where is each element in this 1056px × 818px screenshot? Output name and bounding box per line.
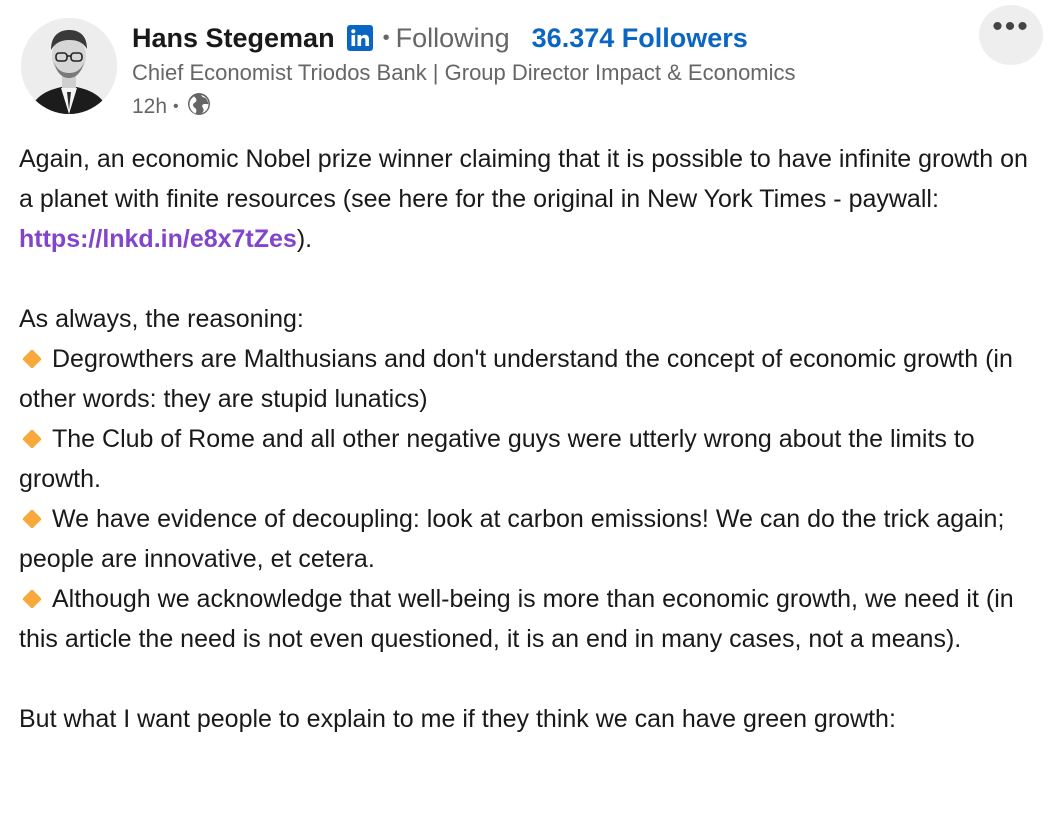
post-intro: Again, an economic Nobel prize winner cl… [19,139,1044,259]
linkedin-icon [346,25,373,51]
orange-diamond-icon [22,429,42,450]
author-avatar[interactable] [21,18,117,114]
author-name-row: Hans Stegeman • Following 36.374 Followe… [132,20,748,56]
bullet-text: Although we acknowledge that well-being … [19,585,1014,653]
bullet-text: Degrowthers are Malthusians and don't un… [19,345,1013,413]
closing-paragraph: But what I want people to explain to me … [19,705,896,733]
orange-diamond-icon [22,509,42,530]
bullet-item: We have evidence of decoupling: look at … [19,499,1044,579]
post-meta: 12h • [132,92,211,122]
more-options-button[interactable]: ••• [979,5,1043,65]
followers-count[interactable]: 36.374 Followers [532,23,748,54]
post-body: Again, an economic Nobel prize winner cl… [19,139,1044,739]
post-intro-end: ). [296,225,313,253]
orange-diamond-icon [22,349,42,370]
bullet-text: We have evidence of decoupling: look at … [19,505,1005,573]
author-headline: Chief Economist Triodos Bank | Group Dir… [132,60,796,85]
separator-dot: • [173,98,179,115]
reasoning-heading: As always, the reasoning: [19,305,304,333]
post-time[interactable]: 12h [132,95,167,119]
author-name[interactable]: Hans Stegeman [132,23,335,54]
orange-diamond-icon [22,589,42,610]
article-link[interactable]: https://lnkd.in/e8x7tZes [19,225,297,253]
globe-icon [187,92,211,122]
bullet-item: The Club of Rome and all other negative … [19,419,1044,499]
bullet-text: The Club of Rome and all other negative … [19,425,975,493]
post-intro-text: Again, an economic Nobel prize winner cl… [19,145,1028,213]
following-status[interactable]: Following [396,23,510,54]
separator-dot: • [382,26,390,49]
more-icon: ••• [992,10,1030,43]
bullet-item: Although we acknowledge that well-being … [19,579,1044,659]
bullet-item: Degrowthers are Malthusians and don't un… [19,339,1044,419]
